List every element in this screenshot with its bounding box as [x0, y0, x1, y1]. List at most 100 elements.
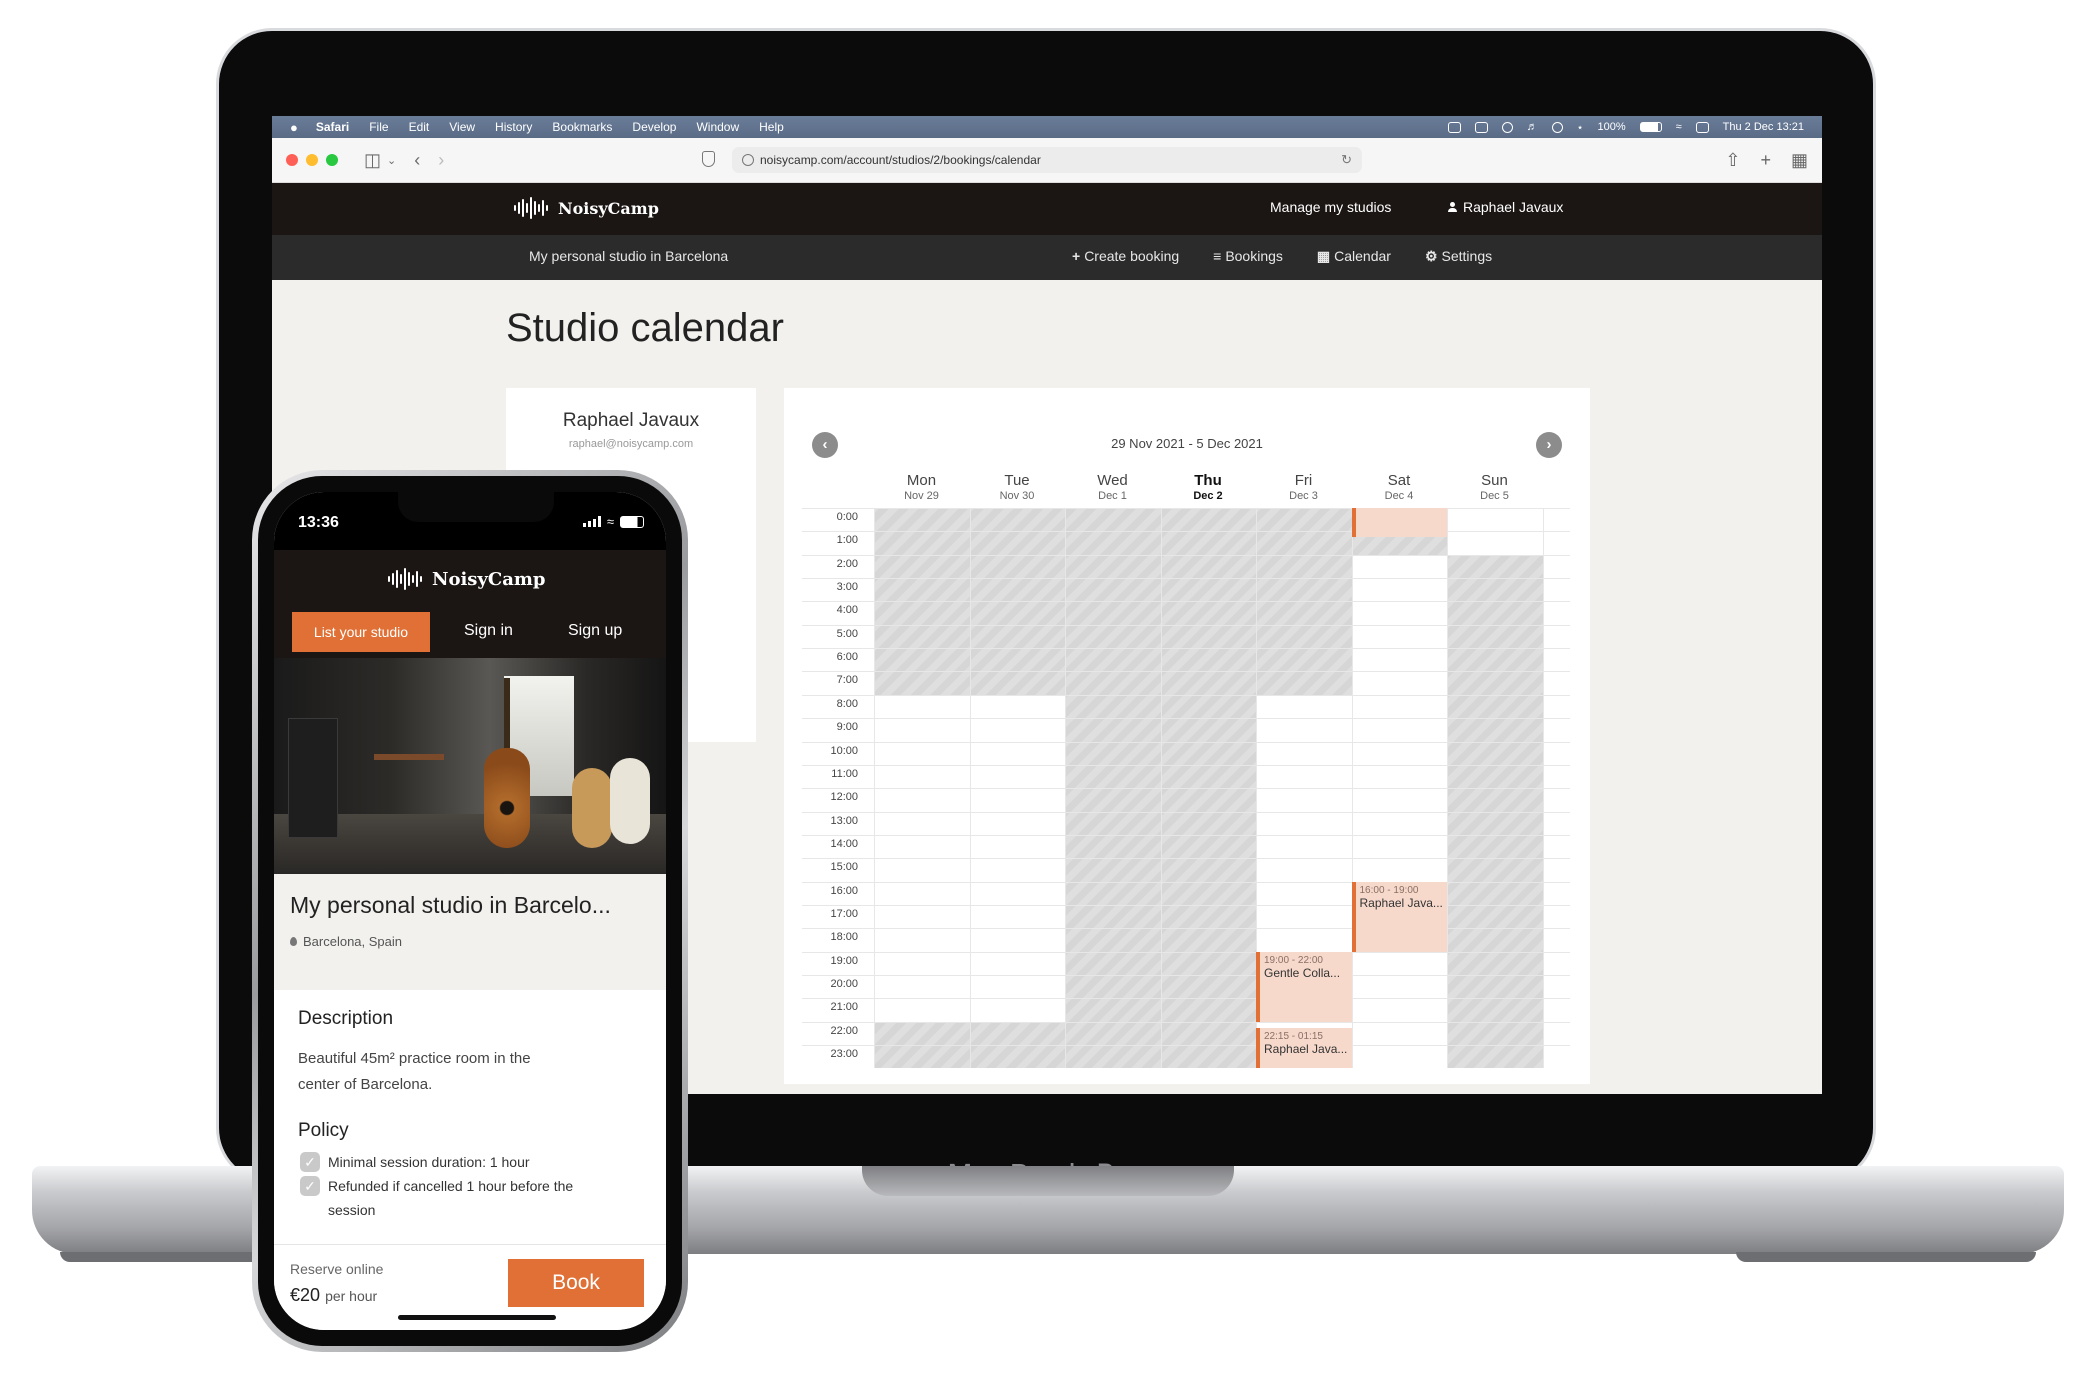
menu-history[interactable]: History	[495, 120, 532, 134]
minimize-window-button[interactable]	[306, 154, 318, 166]
zoom-window-button[interactable]	[326, 154, 338, 166]
forward-icon[interactable]: ›	[438, 150, 444, 171]
menu-file[interactable]: File	[369, 120, 388, 134]
hour-line	[802, 601, 1570, 603]
settings-link[interactable]: ⚙ Settings	[1425, 248, 1492, 265]
keyboard-icon[interactable]	[1474, 121, 1488, 133]
address-bar[interactable]: noisycamp.com/account/studios/2/bookings…	[732, 147, 1362, 173]
booking-event[interactable]	[1351, 508, 1447, 538]
privacy-shield-icon[interactable]	[702, 151, 715, 167]
hour-label: 21:00	[830, 1001, 858, 1014]
price: €20 per hour	[290, 1285, 377, 1306]
macbook-notch	[862, 1166, 1234, 1196]
site-logo[interactable]: NoisyCamp	[514, 197, 659, 219]
page-title: Studio calendar	[506, 306, 784, 350]
menu-bookmarks[interactable]: Bookmarks	[552, 120, 612, 134]
hour-label: 8:00	[836, 697, 858, 710]
hour-line	[802, 1021, 1570, 1023]
event-title: Raphael Java...	[1264, 1041, 1348, 1056]
user-icon[interactable]	[1551, 121, 1563, 133]
price-value: €20	[290, 1285, 321, 1305]
logo-text: NoisyCamp	[558, 198, 659, 218]
day-column-line	[1065, 508, 1066, 1068]
wifi-icon: ≈	[606, 514, 614, 529]
booking-event[interactable]: 22:15 - 01:15 Raphael Java...	[1256, 1027, 1352, 1069]
apple-icon[interactable]: ●	[290, 120, 298, 135]
mac-menubar: ● Safari File Edit View History Bookmark…	[272, 116, 1822, 138]
volume-icon[interactable]: ♬	[1527, 121, 1538, 133]
studio-photo[interactable]	[274, 658, 666, 874]
hour-label: 15:00	[830, 861, 858, 874]
tab-overview-icon[interactable]: ▦	[1791, 150, 1808, 171]
sign-up-link[interactable]: Sign up	[568, 622, 622, 640]
logo-text: NoisyCamp	[432, 568, 546, 590]
hour-line	[802, 904, 1570, 906]
day-date: Dec 3	[1289, 490, 1318, 502]
settings-label: Settings	[1441, 248, 1493, 264]
user-card-name: Raphael Javaux	[562, 410, 700, 431]
bookings-label: Bookings	[1225, 248, 1283, 264]
sidebar-icon[interactable]: ◫	[364, 150, 381, 171]
menu-view[interactable]: View	[449, 120, 475, 134]
menu-window[interactable]: Window	[696, 120, 739, 134]
book-button[interactable]: Book	[508, 1259, 644, 1307]
battery-icon	[620, 515, 644, 528]
booking-event[interactable]: 19:00 - 22:00 Gentle Colla...	[1256, 951, 1352, 1022]
event-time: 22:15 - 01:15	[1264, 1030, 1323, 1042]
calendar-label: Calendar	[1334, 248, 1391, 264]
policy-text: Refunded if cancelled 1 hour before the …	[328, 1178, 574, 1218]
cell-signal-icon	[582, 516, 601, 527]
back-icon[interactable]: ‹	[414, 150, 420, 171]
address-url[interactable]: noisycamp.com/account/studios/2/bookings…	[760, 153, 1041, 167]
hour-label: 13:00	[830, 814, 858, 827]
day-name: Mon	[906, 472, 937, 489]
close-window-button[interactable]	[286, 154, 298, 166]
policy-item: ✓ Refunded if cancelled 1 hour before th…	[300, 1174, 600, 1222]
menubar-datetime[interactable]: Thu 2 Dec 13:21	[1723, 121, 1804, 133]
chevron-down-icon[interactable]: ⌄	[387, 154, 396, 167]
hour-label: 18:00	[830, 931, 858, 944]
battery-icon[interactable]	[1639, 122, 1662, 132]
play-icon[interactable]	[1501, 121, 1513, 133]
day-column-line	[874, 508, 875, 1068]
next-week-button[interactable]: ›	[1536, 432, 1562, 458]
camera-icon[interactable]	[1447, 121, 1461, 133]
booking-event[interactable]: 16:00 - 19:00 Raphael Java...	[1351, 881, 1447, 952]
list-your-studio-button[interactable]: List your studio	[292, 612, 430, 652]
manage-studios-link[interactable]: Manage my studios	[1270, 199, 1391, 215]
control-center-icon[interactable]	[1695, 121, 1709, 133]
calendar-grid[interactable]: 0:00 1:00 2:00 3:00 4:00 5:00 6:00 7:00 8:00 9:00…	[802, 508, 1570, 1069]
day-date: Dec 1	[1098, 490, 1127, 502]
hour-line	[802, 764, 1570, 766]
share-icon[interactable]: ⇧	[1725, 150, 1740, 171]
phone-notch	[398, 492, 554, 522]
gear-icon: ⚙	[1424, 248, 1438, 264]
plus-icon: +	[1072, 248, 1081, 264]
bookings-link[interactable]: ≡ Bookings	[1213, 248, 1283, 265]
user-menu[interactable]: Raphael Javaux	[1448, 199, 1563, 215]
calendar-link[interactable]: ▦ Calendar	[1317, 248, 1391, 265]
menu-edit[interactable]: Edit	[409, 120, 430, 134]
menu-develop[interactable]: Develop	[632, 120, 676, 134]
hour-label: 23:00	[830, 1048, 858, 1061]
policy-heading: Policy	[298, 1120, 349, 1141]
menu-help[interactable]: Help	[759, 120, 784, 134]
studio-name[interactable]: My personal studio in Barcelona	[529, 248, 728, 264]
day-header: Sun Dec 5	[1447, 472, 1542, 502]
mobile-logo[interactable]: NoisyCamp	[388, 568, 546, 590]
user-icon	[1448, 202, 1457, 212]
day-date: Dec 4	[1384, 490, 1414, 502]
day-date: Dec 5	[1480, 490, 1509, 502]
hour-label: 19:00	[830, 954, 858, 967]
bluetooth-icon[interactable]: ⋆	[1577, 121, 1584, 134]
wifi-icon[interactable]: ≈	[1676, 121, 1682, 133]
menu-app-name[interactable]: Safari	[316, 120, 349, 134]
sign-in-link[interactable]: Sign in	[464, 622, 513, 640]
reload-icon[interactable]: ↻	[1341, 152, 1352, 168]
new-tab-icon[interactable]: +	[1760, 150, 1771, 171]
booking-bar: Reserve online €20 per hour Book	[274, 1244, 666, 1330]
phone-screen: 13:36 ≈ NoisyCamp List your studio Sign …	[274, 492, 666, 1330]
create-booking-link[interactable]: + Create booking	[1072, 248, 1179, 265]
calendar-icon: ▦	[1316, 248, 1331, 264]
hour-line	[802, 554, 1570, 556]
